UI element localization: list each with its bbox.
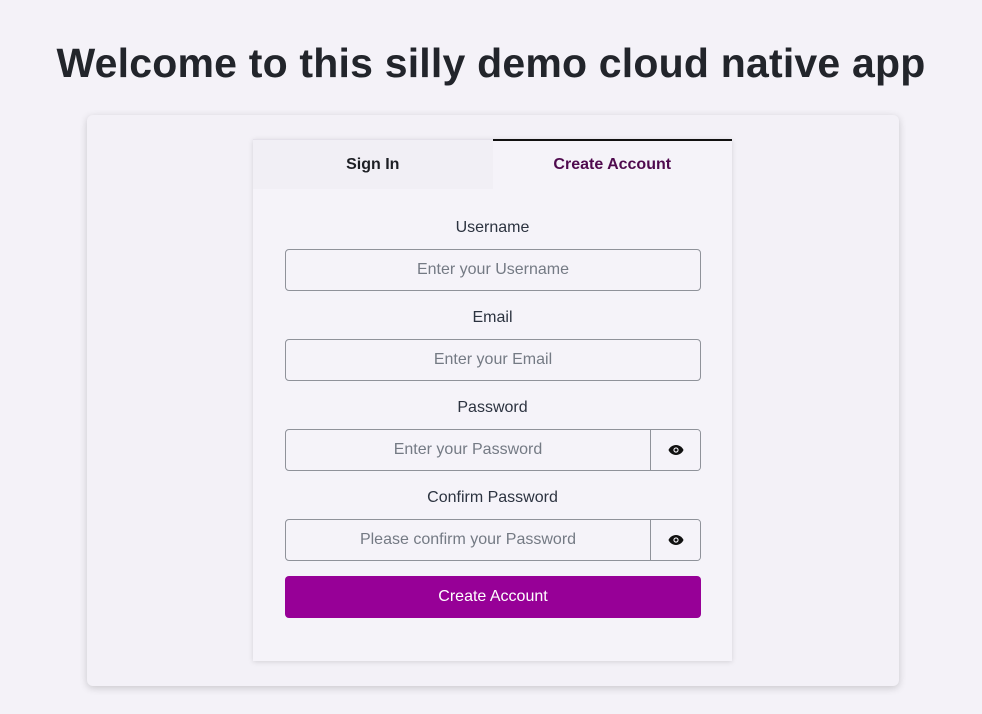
tab-sign-in[interactable]: Sign In	[253, 139, 493, 189]
eye-icon	[668, 445, 683, 455]
authenticator-card: Sign In Create Account Username Email Pa…	[253, 139, 732, 661]
tab-create-account[interactable]: Create Account	[492, 139, 732, 189]
email-input[interactable]	[285, 339, 701, 381]
show-password-button[interactable]	[650, 430, 700, 470]
page-title: Welcome to this silly demo cloud native …	[56, 40, 926, 86]
confirm-password-label: Confirm Password	[427, 489, 558, 506]
show-confirm-password-button[interactable]	[650, 520, 700, 560]
password-label: Password	[457, 399, 528, 416]
password-group	[285, 429, 701, 471]
email-label: Email	[472, 309, 513, 326]
eye-icon	[668, 535, 683, 545]
username-label: Username	[455, 219, 530, 236]
auth-tabs: Sign In Create Account	[253, 139, 732, 189]
password-input[interactable]	[286, 430, 650, 470]
username-input[interactable]	[285, 249, 701, 291]
create-account-button[interactable]: Create Account	[285, 576, 701, 618]
confirm-password-input[interactable]	[286, 520, 650, 560]
confirm-password-group	[285, 519, 701, 561]
